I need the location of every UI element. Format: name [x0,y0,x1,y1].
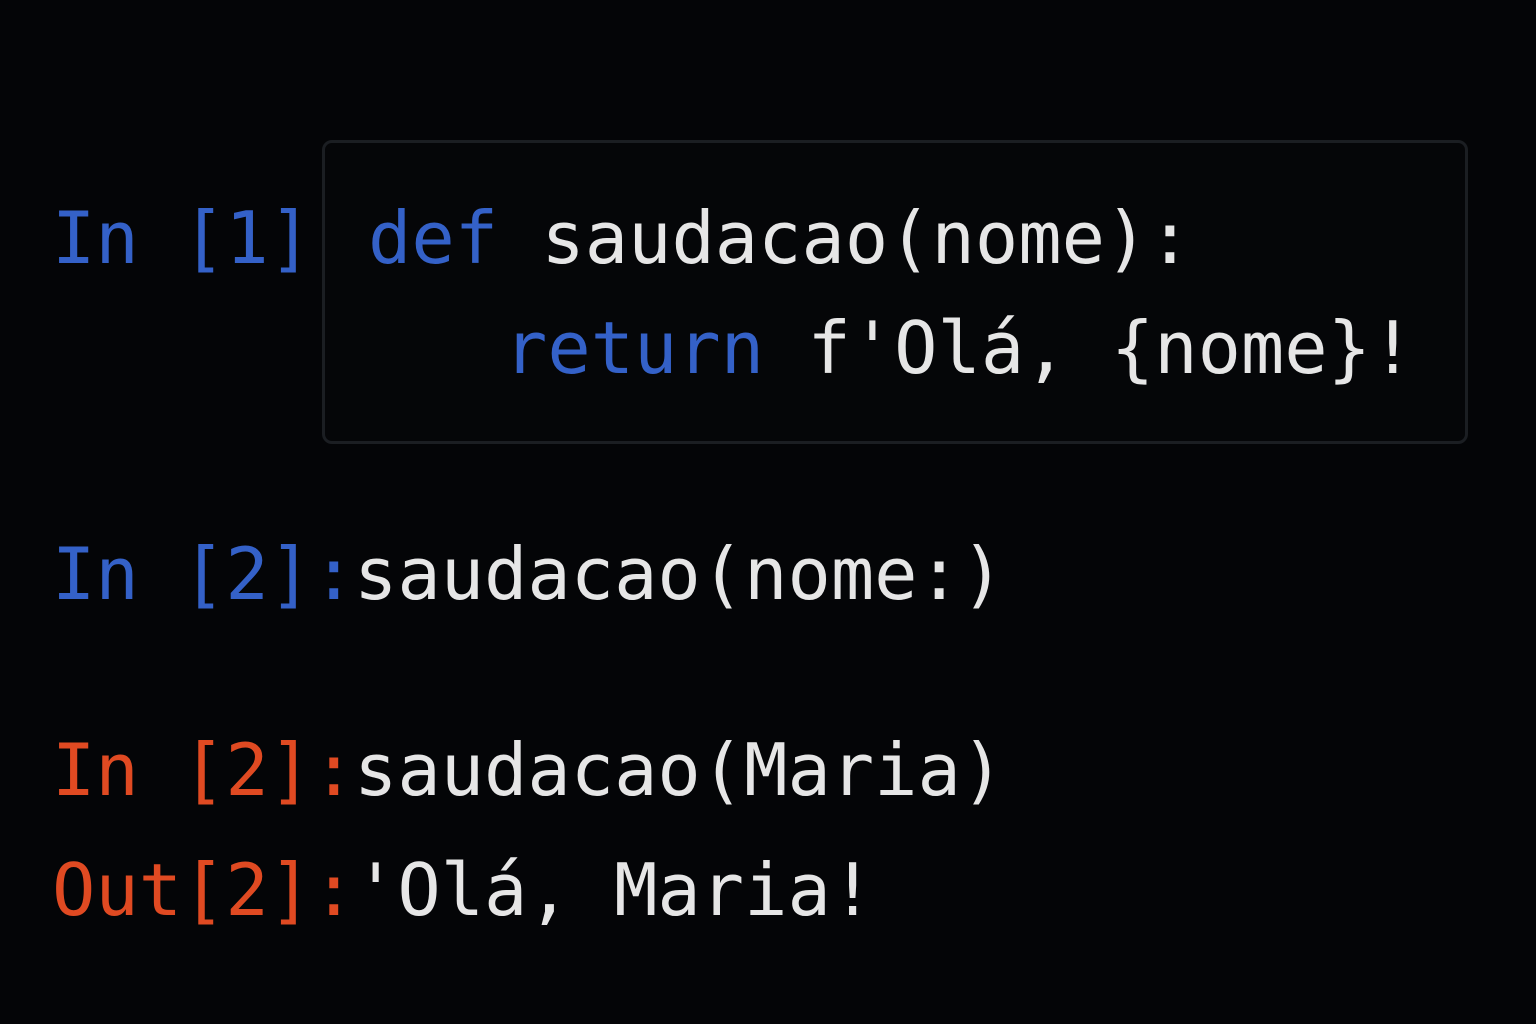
cell-1-line-1: def saudacao(nome): [368,202,1192,274]
cell-1-prompt: In [1]: [52,196,356,280]
notebook-page: In [1]: def saudacao(nome): return f'Olá… [0,0,1536,1024]
cell-1-line-2: return f'Olá, {nome}! [504,312,1414,384]
keyword-return: return [504,306,765,390]
cell-2-prompt: In [2]: [52,532,356,616]
output-text: 'Olá, Maria! [354,848,875,932]
cell-3-code[interactable]: saudacao(Maria) [354,734,1004,806]
cell-2-code[interactable]: saudacao(nome:) [354,538,1004,610]
cell-1-editor[interactable] [322,140,1468,444]
code-text: f'Olá, {nome}! [764,306,1415,390]
code-text: saudacao(nome): [498,196,1192,280]
output-prompt: Out[2]: [52,848,356,932]
cell-3-prompt: In [2]: [52,728,356,812]
keyword-def: def [368,196,499,280]
